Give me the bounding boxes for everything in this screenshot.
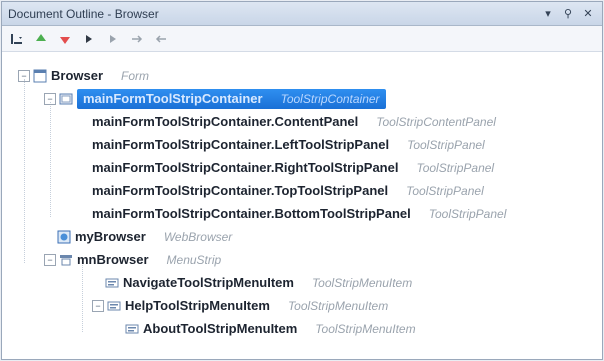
- window-controls: ▾ ⚲ ✕: [542, 7, 594, 21]
- close-icon[interactable]: ✕: [582, 7, 594, 21]
- node-type: ToolStripMenuItem: [311, 276, 413, 290]
- toolbar-outline-menu-button[interactable]: [8, 30, 26, 48]
- tree-node-label[interactable]: mainFormToolStripContainer.ContentPanel T…: [92, 113, 496, 131]
- collapse-icon: [86, 34, 92, 43]
- node-name: mainFormToolStripContainer.ContentPanel: [92, 114, 359, 129]
- menu-item-icon: [125, 322, 139, 336]
- tree-node-label[interactable]: HelpToolStripMenuItem ToolStripMenuItem: [125, 297, 388, 315]
- node-type: ToolStripPanel: [406, 184, 484, 198]
- expand-collapse-toggle[interactable]: −: [92, 300, 104, 312]
- toolbar-expand-button[interactable]: [104, 30, 122, 48]
- tree-node-label[interactable]: mainFormToolStripContainer.TopToolStripP…: [92, 182, 484, 200]
- outline-toolbar: [2, 26, 602, 52]
- node-name: mainFormToolStripContainer.RightToolStri…: [92, 160, 399, 175]
- node-type: ToolStripPanel: [428, 207, 507, 221]
- toolbar-move-up-button[interactable]: [32, 30, 50, 48]
- tree-node-label[interactable]: mainFormToolStripContainer ToolStripConta…: [77, 89, 386, 109]
- outline-menu-icon: [11, 33, 22, 44]
- tree-node-label[interactable]: AboutToolStripMenuItem ToolStripMenuItem: [143, 320, 416, 338]
- document-outline-window: Document Outline - Browser ▾ ⚲ ✕ − Browse: [1, 1, 603, 360]
- node-type: ToolStripPanel: [416, 161, 495, 175]
- node-type: ToolStripContentPanel: [376, 115, 496, 129]
- node-type: ToolStripMenuItem: [287, 299, 389, 313]
- tree-guide-line: [50, 102, 51, 217]
- toolbar-move-out-button[interactable]: [152, 30, 170, 48]
- toolbar-collapse-button[interactable]: [80, 30, 98, 48]
- tree-node-label[interactable]: Browser Form: [51, 67, 149, 85]
- tree-node-label[interactable]: mainFormToolStripContainer.LeftToolStrip…: [92, 136, 485, 154]
- tree-node[interactable]: mainFormToolStripContainer.LeftToolStrip…: [92, 134, 485, 156]
- tree-node[interactable]: mainFormToolStripContainer.ContentPanel T…: [92, 111, 496, 133]
- node-type: MenuStrip: [166, 253, 222, 267]
- move-up-icon: [36, 33, 46, 41]
- tree-node-label[interactable]: mnBrowser MenuStrip: [77, 251, 221, 269]
- window-position-dropdown-icon[interactable]: ▾: [542, 7, 554, 21]
- toolbar-move-down-button[interactable]: [56, 30, 74, 48]
- tree-node[interactable]: − mainFormToolStripContainer ToolStripCont…: [44, 88, 386, 110]
- tree-node-label[interactable]: myBrowser WebBrowser: [75, 228, 232, 246]
- container-icon: [59, 92, 73, 106]
- tree-guide-line: [82, 263, 83, 332]
- node-name: AboutToolStripMenuItem: [143, 321, 298, 336]
- form-icon: [33, 69, 47, 83]
- node-name: mainFormToolStripContainer.TopToolStripP…: [92, 183, 389, 198]
- tree-node-label[interactable]: mainFormToolStripContainer.RightToolStri…: [92, 159, 494, 177]
- move-in-icon: [132, 34, 143, 43]
- tree-node[interactable]: − mnBrowser MenuStrip: [44, 249, 221, 271]
- node-type: ToolStripContainer: [280, 92, 380, 106]
- node-type: WebBrowser: [163, 230, 233, 244]
- tree-node[interactable]: mainFormToolStripContainer.BottomToolStr…: [92, 203, 506, 225]
- tree-node[interactable]: − HelpToolStripMenuItem ToolStripMenuItem: [92, 295, 388, 317]
- node-name: myBrowser: [75, 229, 146, 244]
- toolbar-move-in-button[interactable]: [128, 30, 146, 48]
- menu-strip-icon: [59, 253, 73, 267]
- title-bar: Document Outline - Browser ▾ ⚲ ✕: [2, 2, 602, 26]
- tree-node[interactable]: mainFormToolStripContainer.RightToolStri…: [92, 157, 494, 179]
- tree-node-label[interactable]: NavigateToolStripMenuItem ToolStripMenuIt…: [123, 274, 412, 292]
- expand-collapse-toggle[interactable]: −: [44, 254, 56, 266]
- outline-tree[interactable]: − Browser Form − mainFormToolStripContainer T…: [2, 53, 602, 359]
- node-name: Browser: [51, 68, 104, 83]
- node-name: NavigateToolStripMenuItem: [123, 275, 294, 290]
- node-name: mainFormToolStripContainer.BottomToolStr…: [92, 206, 411, 221]
- node-name: mainFormToolStripContainer.LeftToolStrip…: [92, 137, 390, 152]
- window-title: Document Outline - Browser: [8, 6, 159, 21]
- auto-hide-pin-icon[interactable]: ⚲: [562, 7, 574, 21]
- tree-node[interactable]: NavigateToolStripMenuItem ToolStripMenuIt…: [92, 272, 412, 294]
- tree-node[interactable]: myBrowser WebBrowser: [44, 226, 232, 248]
- tree-node[interactable]: mainFormToolStripContainer.TopToolStripP…: [92, 180, 484, 202]
- node-type: Form: [121, 69, 150, 83]
- menu-item-icon: [107, 299, 121, 313]
- node-type: ToolStripMenuItem: [315, 322, 416, 336]
- expand-icon: [110, 34, 116, 43]
- tree-node[interactable]: − Browser Form: [18, 65, 149, 87]
- web-browser-icon: [57, 230, 71, 244]
- node-type: ToolStripPanel: [407, 138, 485, 152]
- node-name: mainFormToolStripContainer: [83, 91, 263, 106]
- expand-collapse-toggle[interactable]: −: [44, 93, 56, 105]
- tree-guide-line: [24, 79, 25, 263]
- tree-node[interactable]: AboutToolStripMenuItem ToolStripMenuItem: [112, 318, 416, 340]
- move-out-icon: [155, 34, 166, 43]
- tree-node-label[interactable]: mainFormToolStripContainer.BottomToolStr…: [92, 205, 506, 223]
- move-down-icon: [60, 36, 70, 44]
- node-name: mnBrowser: [77, 252, 149, 267]
- node-name: HelpToolStripMenuItem: [125, 298, 270, 313]
- menu-item-icon: [105, 276, 119, 290]
- expand-collapse-toggle[interactable]: −: [18, 70, 30, 82]
